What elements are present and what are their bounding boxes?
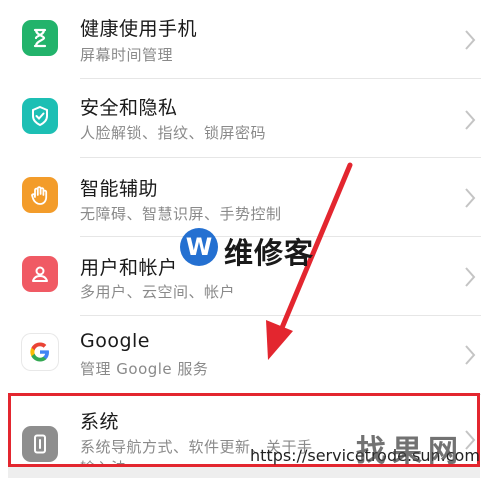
bottom-strip — [8, 467, 480, 478]
settings-item-smart-assist[interactable]: 智能辅助 无障碍、智慧识屏、手势控制 — [0, 158, 481, 238]
highlight-box — [8, 393, 480, 467]
item-subtitle: 屏幕时间管理 — [80, 46, 174, 64]
item-title: 健康使用手机 — [80, 18, 198, 40]
chevron-right-icon — [465, 110, 476, 130]
shield-check-icon — [22, 98, 58, 134]
chevron-right-icon — [465, 267, 476, 287]
item-subtitle: 无障碍、智慧识屏、手势控制 — [80, 205, 282, 223]
chevron-right-icon — [465, 345, 476, 365]
settings-item-users-accounts[interactable]: 用户和帐户 多用户、云空间、帐户 — [0, 237, 481, 317]
item-title: 用户和帐户 — [80, 257, 178, 279]
hand-icon — [22, 177, 58, 213]
item-subtitle: 多用户、云空间、帐户 — [80, 283, 236, 301]
chevron-right-icon — [465, 188, 476, 208]
chevron-right-icon — [465, 30, 476, 50]
user-icon — [22, 256, 58, 292]
settings-item-digital-balance[interactable]: 健康使用手机 屏幕时间管理 — [0, 0, 481, 80]
item-title: 智能辅助 — [80, 178, 159, 200]
item-subtitle: 管理 Google 服务 — [80, 360, 209, 378]
item-title: Google — [80, 330, 151, 352]
item-subtitle: 人脸解锁、指纹、锁屏密码 — [80, 124, 267, 142]
hourglass-icon — [22, 20, 58, 56]
settings-item-google[interactable]: Google 管理 Google 服务 — [0, 316, 481, 396]
divider — [80, 78, 481, 79]
item-title: 安全和隐私 — [80, 97, 178, 119]
settings-item-security-privacy[interactable]: 安全和隐私 人脸解锁、指纹、锁屏密码 — [0, 80, 481, 160]
google-icon — [22, 334, 58, 370]
